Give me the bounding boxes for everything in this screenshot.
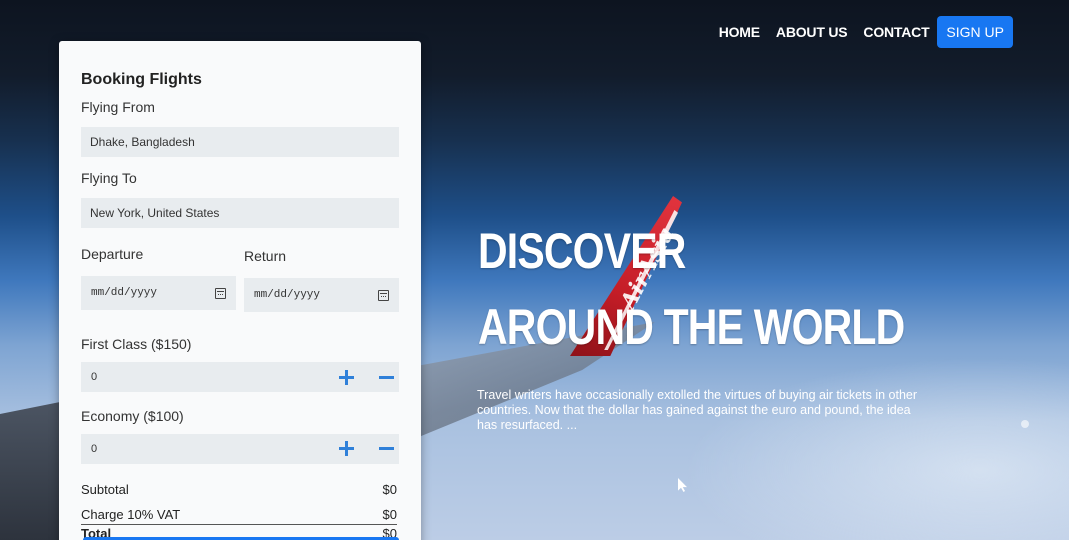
- departure-date-input[interactable]: mm/dd/yyyy: [81, 276, 236, 310]
- booking-title: Booking Flights: [81, 71, 202, 88]
- subtotal-row: Subtotal $0: [81, 482, 397, 497]
- subtotal-label: Subtotal: [81, 482, 129, 497]
- return-date-placeholder: mm/dd/yyyy: [254, 289, 321, 301]
- first-class-plus-icon[interactable]: [339, 370, 354, 385]
- first-class-label: First Class ($150): [81, 336, 192, 352]
- first-class-qty-value: 0: [91, 371, 98, 383]
- vat-row: Charge 10% VAT $0: [81, 507, 397, 522]
- economy-qty-value: 0: [91, 443, 98, 455]
- return-date-input[interactable]: mm/dd/yyyy: [244, 278, 399, 312]
- departure-date-placeholder: mm/dd/yyyy: [91, 287, 158, 299]
- nav-contact-link[interactable]: CONTACT: [863, 24, 929, 40]
- economy-minus-icon[interactable]: [379, 441, 394, 456]
- top-navbar: HOME ABOUT US CONTACT SIGN UP: [719, 16, 1013, 48]
- nav-about-link[interactable]: ABOUT US: [776, 24, 848, 40]
- hero-title-line2: AROUND THE WORLD: [478, 299, 905, 355]
- mouse-cursor-icon: [678, 478, 687, 492]
- booking-card: Booking Flights Flying From Dhake, Bangl…: [59, 41, 421, 540]
- calendar-icon[interactable]: [215, 287, 226, 299]
- calendar-icon[interactable]: [378, 289, 389, 301]
- vat-value: $0: [382, 507, 397, 522]
- return-label: Return: [244, 248, 287, 264]
- hero-description: Travel writers have occasionally extolle…: [477, 388, 918, 432]
- subtotal-value: $0: [382, 482, 397, 497]
- vat-label: Charge 10% VAT: [81, 507, 181, 522]
- departure-label: Departure: [81, 246, 144, 262]
- flying-from-label: Flying From: [81, 99, 155, 115]
- total-divider: [81, 524, 397, 525]
- first-class-quantity[interactable]: 0: [81, 362, 399, 392]
- economy-quantity[interactable]: 0: [81, 434, 399, 464]
- economy-plus-icon[interactable]: [339, 441, 354, 456]
- economy-label: Economy ($100): [81, 408, 184, 424]
- signup-button[interactable]: SIGN UP: [937, 16, 1013, 48]
- flying-from-input[interactable]: Dhake, Bangladesh: [81, 127, 399, 157]
- nav-home-link[interactable]: HOME: [719, 24, 760, 40]
- first-class-minus-icon[interactable]: [379, 370, 394, 385]
- hero-title-line1: DISCOVER: [478, 223, 686, 279]
- flying-to-input[interactable]: New York, United States: [81, 198, 399, 228]
- light-spot: [1021, 420, 1029, 428]
- flying-to-label: Flying To: [81, 170, 137, 186]
